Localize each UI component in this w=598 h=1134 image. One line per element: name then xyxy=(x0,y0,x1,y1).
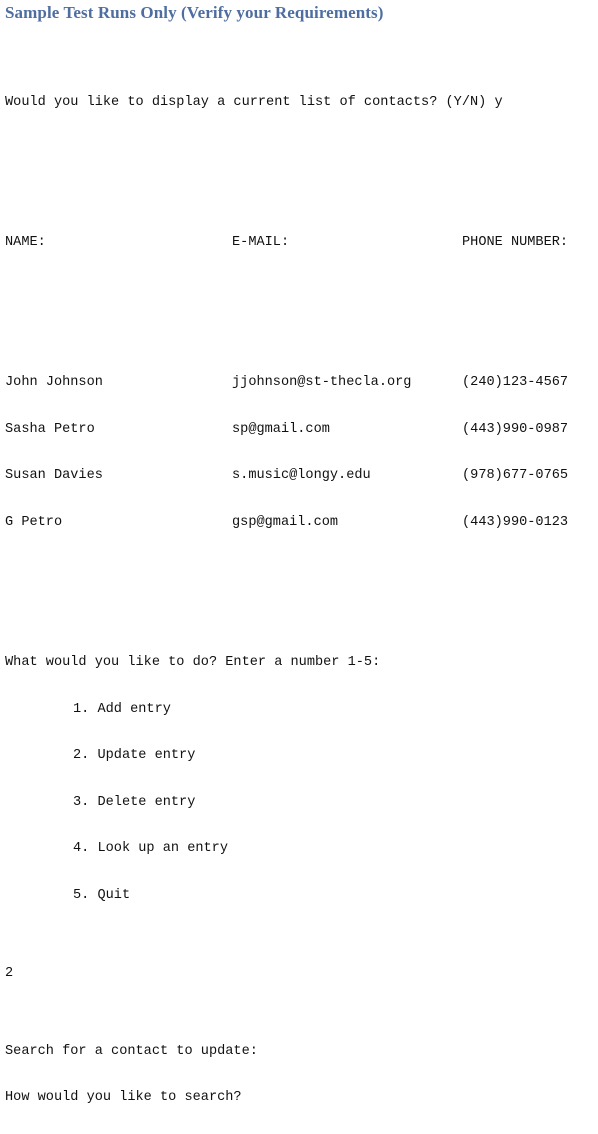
table-row: John Johnson jjohnson@st-thecla.org (240… xyxy=(5,375,595,391)
cell-name: G Petro xyxy=(5,514,63,530)
page-title: Sample Test Runs Only (Verify your Requi… xyxy=(5,3,384,22)
cell-phone: (443)990-0123 xyxy=(462,514,569,530)
prompt-display-contacts: Would you like to display a current list… xyxy=(5,95,503,111)
table-row: Sasha Petro sp@gmail.com (443)990-0987 xyxy=(5,422,595,438)
cell-phone: (443)990-0987 xyxy=(462,421,569,437)
cell-name: Susan Davies xyxy=(5,468,103,484)
cell-name: Sasha Petro xyxy=(5,421,95,437)
cell-email: gsp@gmail.com xyxy=(232,514,339,530)
table-row: G Petro gsp@gmail.com (443)990-0123 xyxy=(5,515,595,531)
cell-email: jjohnson@st-thecla.org xyxy=(232,375,412,391)
table-header-row: NAME: E-MAIL: PHONE NUMBER: xyxy=(5,235,595,251)
cell-email: sp@gmail.com xyxy=(232,421,330,437)
column-header-email: E-MAIL: xyxy=(232,235,290,251)
cell-email: s.music@longy.edu xyxy=(232,468,371,484)
user-input-menu-choice: 2 xyxy=(5,965,14,981)
menu-item-look-up-entry: 4. Look up an entry xyxy=(73,841,228,857)
column-header-phone: PHONE NUMBER: xyxy=(462,235,569,251)
column-header-name: NAME: xyxy=(5,235,46,251)
search-method-prompt: How would you like to search? xyxy=(5,1090,242,1106)
console-transcript: Would you like to display a current list… xyxy=(5,33,595,1134)
cell-phone: (240)123-4567 xyxy=(462,375,569,391)
cell-phone: (978)677-0765 xyxy=(462,468,569,484)
menu-item-delete-entry: 3. Delete entry xyxy=(73,794,196,810)
menu-item-add-entry: 1. Add entry xyxy=(73,701,171,717)
cell-name: John Johnson xyxy=(5,375,103,391)
table-row: Susan Davies s.music@longy.edu (978)677-… xyxy=(5,468,595,484)
search-intro-text: Search for a contact to update: xyxy=(5,1043,258,1059)
menu-item-update-entry: 2. Update entry xyxy=(73,748,196,764)
page-root: Sample Test Runs Only (Verify your Requi… xyxy=(0,0,598,1105)
main-menu-prompt: What would you like to do? Enter a numbe… xyxy=(5,654,381,670)
menu-item-quit: 5. Quit xyxy=(73,888,131,904)
